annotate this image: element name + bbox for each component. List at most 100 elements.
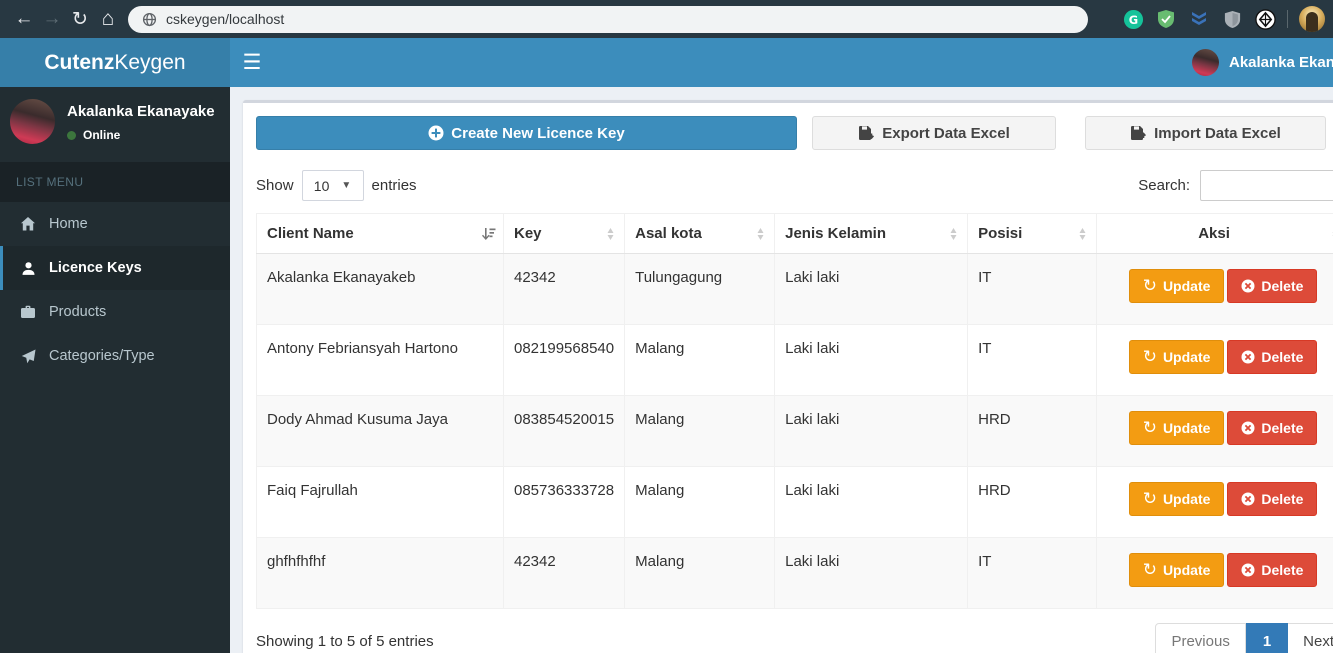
delete-button[interactable]: Delete bbox=[1227, 269, 1317, 303]
home-icon[interactable]: ⌂ bbox=[94, 5, 122, 33]
sidebar-item-label: Licence Keys bbox=[49, 260, 142, 276]
sidebar-user-panel: Akalanka Ekanayake Online bbox=[0, 87, 230, 156]
chevrons-icon[interactable] bbox=[1188, 8, 1210, 30]
navbar-user-menu[interactable]: Akalanka Ekanayake bbox=[1192, 38, 1333, 87]
cell-client-name: Dody Ahmad Kusuma Jaya bbox=[257, 396, 504, 467]
globe-icon bbox=[142, 12, 157, 27]
refresh-icon: ↻ bbox=[1143, 420, 1157, 437]
toolbar-divider bbox=[1287, 10, 1288, 28]
table-row: Antony Febriansyah Hartono 082199568540 … bbox=[257, 325, 1333, 396]
sidebar-user-avatar bbox=[10, 99, 55, 144]
pagination: Previous 1 Next bbox=[1155, 623, 1333, 653]
sidebar-item-label: Categories/Type bbox=[49, 348, 155, 364]
column-header-posisi[interactable]: Posisi bbox=[968, 214, 1097, 254]
table-footer: Showing 1 to 5 of 5 entries Previous 1 N… bbox=[256, 623, 1333, 653]
pattern-circle-icon[interactable] bbox=[1254, 8, 1276, 30]
reload-icon[interactable]: ↻ bbox=[66, 5, 94, 33]
sidebar-item-home[interactable]: Home bbox=[0, 202, 230, 246]
column-header-jenis-kelamin[interactable]: Jenis Kelamin bbox=[775, 214, 968, 254]
save-import-icon bbox=[1130, 125, 1147, 141]
refresh-icon: ↻ bbox=[1143, 278, 1157, 295]
delete-button[interactable]: Delete bbox=[1227, 553, 1317, 587]
sidebar-item-categories[interactable]: Categories/Type bbox=[0, 334, 230, 378]
pagination-page-1-button[interactable]: 1 bbox=[1246, 623, 1288, 653]
showing-entries-text: Showing 1 to 5 of 5 entries bbox=[256, 633, 434, 650]
cell-posisi: IT bbox=[968, 254, 1097, 325]
sidebar-user-name: Akalanka Ekanayake bbox=[67, 103, 215, 120]
search-input[interactable] bbox=[1200, 170, 1333, 201]
sort-amount-icon bbox=[481, 227, 496, 241]
cell-key: 083854520015 bbox=[504, 396, 625, 467]
page-length-select[interactable]: 10 ▼ bbox=[302, 170, 364, 201]
address-bar[interactable]: cskeygen/localhost bbox=[128, 6, 1088, 33]
delete-button[interactable]: Delete bbox=[1227, 411, 1317, 445]
column-header-client-name[interactable]: Client Name bbox=[257, 214, 504, 254]
content-box: Create New Licence Key Export Data Excel… bbox=[243, 100, 1333, 653]
cell-jenis-kelamin: Laki laki bbox=[775, 396, 968, 467]
page-length-value: 10 bbox=[314, 178, 330, 194]
cell-client-name: Faiq Fajrullah bbox=[257, 467, 504, 538]
table-row: Akalanka Ekanayakeb 42342 Tulungagung La… bbox=[257, 254, 1333, 325]
table-row: Faiq Fajrullah 085736333728 Malang Laki … bbox=[257, 467, 1333, 538]
times-circle-icon bbox=[1241, 279, 1255, 293]
navbar-user-name: Akalanka Ekanayake bbox=[1229, 54, 1333, 71]
cell-jenis-kelamin: Laki laki bbox=[775, 325, 968, 396]
chevron-down-icon: ▼ bbox=[341, 180, 351, 191]
sidebar-item-label: Products bbox=[49, 304, 106, 320]
grammarly-icon[interactable]: G bbox=[1122, 8, 1144, 30]
search-label: Search: bbox=[1138, 177, 1190, 194]
app-navbar: CutenzKeygen ☰ Akalanka Ekanayake bbox=[0, 38, 1333, 87]
import-excel-button[interactable]: Import Data Excel bbox=[1085, 116, 1326, 150]
pagination-previous-button[interactable]: Previous bbox=[1155, 623, 1245, 653]
table-controls: Show 10 ▼ entries Search: bbox=[256, 170, 1333, 201]
column-header-key[interactable]: Key bbox=[504, 214, 625, 254]
create-licence-key-button[interactable]: Create New Licence Key bbox=[256, 116, 797, 150]
export-excel-button[interactable]: Export Data Excel bbox=[812, 116, 1056, 150]
home-icon bbox=[19, 216, 37, 232]
plus-circle-icon bbox=[428, 125, 444, 141]
update-button[interactable]: ↻Update bbox=[1129, 340, 1225, 374]
update-button[interactable]: ↻Update bbox=[1129, 482, 1225, 516]
cell-client-name: Antony Febriansyah Hartono bbox=[257, 325, 504, 396]
cell-key: 082199568540 bbox=[504, 325, 625, 396]
update-button[interactable]: ↻Update bbox=[1129, 553, 1225, 587]
refresh-icon: ↻ bbox=[1143, 349, 1157, 366]
column-header-aksi[interactable]: Aksi bbox=[1097, 214, 1333, 254]
forward-icon[interactable]: → bbox=[38, 5, 66, 33]
pagination-next-button[interactable]: Next bbox=[1288, 623, 1333, 653]
update-button[interactable]: ↻Update bbox=[1129, 269, 1225, 303]
cell-key: 42342 bbox=[504, 538, 625, 609]
refresh-icon: ↻ bbox=[1143, 562, 1157, 579]
user-icon bbox=[19, 261, 37, 276]
update-button[interactable]: ↻Update bbox=[1129, 411, 1225, 445]
browser-profile-avatar[interactable] bbox=[1299, 6, 1325, 32]
sidebar-user-status: Online bbox=[83, 128, 120, 142]
sort-icon bbox=[1076, 227, 1089, 241]
sidebar-item-licence-keys[interactable]: Licence Keys bbox=[0, 246, 230, 290]
column-header-asal-kota[interactable]: Asal kota bbox=[625, 214, 775, 254]
licence-keys-table: Client Name Key Asal kota bbox=[256, 213, 1333, 609]
brand-bold: Cutenz bbox=[44, 51, 114, 75]
cell-key: 42342 bbox=[504, 254, 625, 325]
cell-jenis-kelamin: Laki laki bbox=[775, 538, 968, 609]
cell-posisi: IT bbox=[968, 325, 1097, 396]
table-row: Dody Ahmad Kusuma Jaya 083854520015 Mala… bbox=[257, 396, 1333, 467]
brand-logo[interactable]: CutenzKeygen bbox=[0, 38, 230, 87]
cell-key: 085736333728 bbox=[504, 467, 625, 538]
sidebar-item-label: Home bbox=[49, 216, 88, 232]
back-icon[interactable]: ← bbox=[10, 5, 38, 33]
adguard-shield-icon[interactable] bbox=[1155, 8, 1177, 30]
delete-button[interactable]: Delete bbox=[1227, 482, 1317, 516]
cell-jenis-kelamin: Laki laki bbox=[775, 254, 968, 325]
entries-label: entries bbox=[372, 177, 417, 194]
sidebar: Akalanka Ekanayake Online LIST MENU Home… bbox=[0, 87, 230, 653]
gray-shield-icon[interactable] bbox=[1221, 8, 1243, 30]
cell-asal-kota: Malang bbox=[625, 538, 775, 609]
sidebar-item-products[interactable]: Products bbox=[0, 290, 230, 334]
cell-client-name: Akalanka Ekanayakeb bbox=[257, 254, 504, 325]
sidebar-toggle-icon[interactable]: ☰ bbox=[230, 38, 274, 87]
delete-button[interactable]: Delete bbox=[1227, 340, 1317, 374]
sort-icon bbox=[754, 227, 767, 241]
times-circle-icon bbox=[1241, 563, 1255, 577]
cell-posisi: HRD bbox=[968, 467, 1097, 538]
